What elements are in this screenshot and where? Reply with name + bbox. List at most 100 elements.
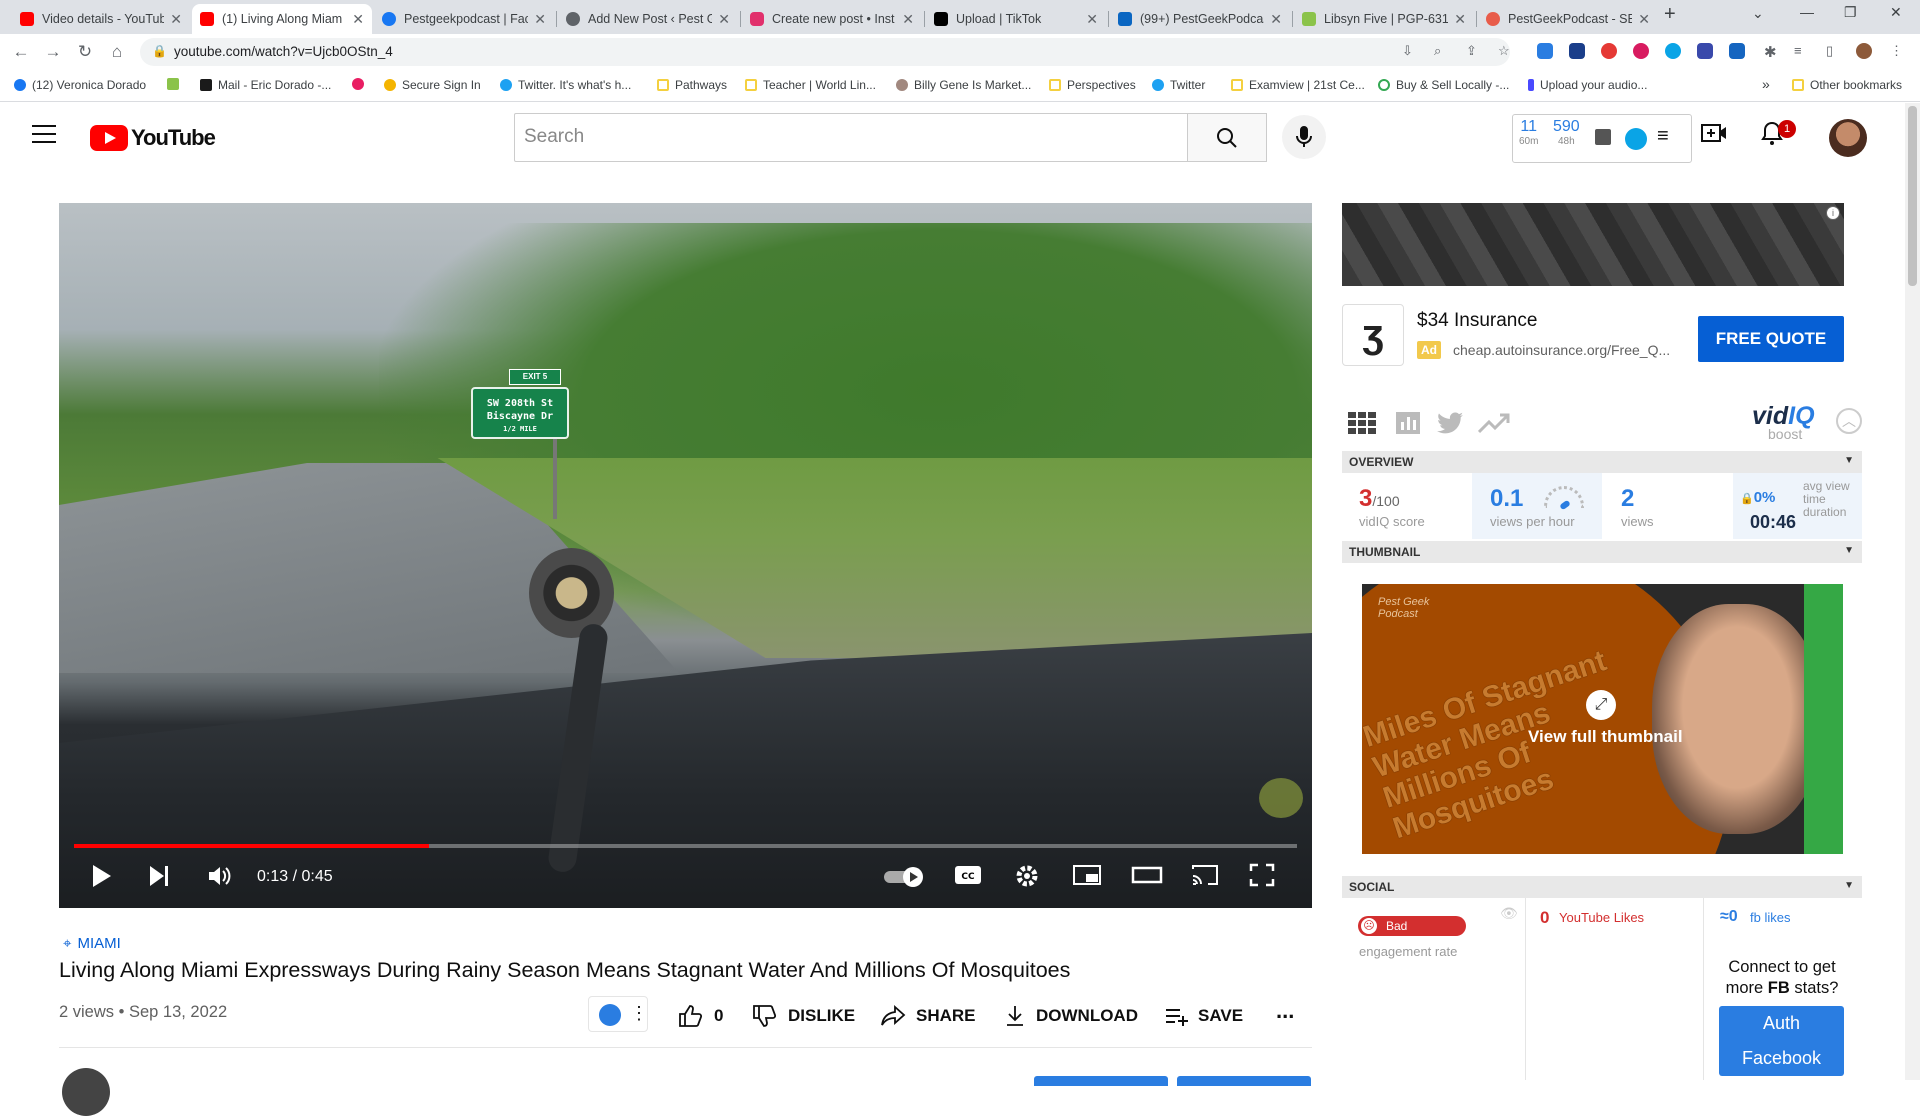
search-button[interactable]	[1187, 113, 1267, 162]
browser-tab[interactable]: Upload | TikTok ✕	[926, 4, 1106, 34]
more-actions-button[interactable]: ...	[1276, 998, 1294, 1024]
thumbnail-section-header[interactable]: THUMBNAIL ▼	[1342, 541, 1862, 563]
close-tab-icon[interactable]: ✕	[1638, 11, 1650, 28]
bookmark-item[interactable]: Perspectives	[1049, 78, 1136, 92]
minimize-icon[interactable]: —	[1800, 4, 1814, 20]
browser-tab[interactable]: (99+) PestGeekPodcas ✕	[1110, 4, 1290, 34]
browser-tab[interactable]: Pestgeekpodcast | Fac ✕	[374, 4, 554, 34]
close-tab-icon[interactable]: ✕	[718, 11, 730, 28]
reload-icon[interactable]: ↻	[75, 42, 95, 62]
bookmark-item[interactable]	[352, 78, 370, 90]
bookmark-item[interactable]: Examview | 21st Ce...	[1231, 78, 1365, 92]
page-scrollbar[interactable]	[1905, 103, 1920, 1080]
video-progress-bar[interactable]	[74, 844, 1297, 848]
search-input[interactable]: Search	[514, 113, 1188, 162]
close-tab-icon[interactable]: ✕	[902, 11, 914, 28]
advertiser-logo[interactable]: ʒ	[1342, 304, 1404, 366]
bookmark-item[interactable]: Twitter. It's what's h...	[500, 78, 631, 92]
bookmark-item[interactable]: Buy & Sell Locally -...	[1378, 78, 1509, 92]
eye-icon[interactable]: 👁	[1500, 905, 1518, 922]
browser-tab[interactable]: Create new post • Inst ✕	[742, 4, 922, 34]
extension-icon[interactable]	[1697, 43, 1713, 59]
browser-menu-icon[interactable]: ⋮	[1890, 43, 1903, 59]
vidiq-extension-icon[interactable]	[1665, 43, 1681, 59]
forward-icon[interactable]: →	[43, 42, 63, 62]
subtitles-button[interactable]: CC	[953, 863, 983, 893]
share-icon[interactable]: ⇪	[1466, 43, 1477, 59]
bookmark-item[interactable]: Pathways	[657, 78, 727, 92]
save-button[interactable]: SAVE	[1164, 1004, 1243, 1028]
extension-icon[interactable]	[1633, 43, 1649, 59]
overview-section-header[interactable]: OVERVIEW ▼	[1342, 451, 1862, 473]
ad-info-icon[interactable]: i	[1826, 206, 1840, 220]
fullscreen-button[interactable]	[1249, 863, 1275, 893]
video-thumbnail-preview[interactable]: Pest Geek Podcast Miles Of Stagnant Wate…	[1362, 584, 1843, 854]
new-tab-button[interactable]: +	[1664, 3, 1676, 26]
extensions-puzzle-icon[interactable]: ✱	[1764, 43, 1777, 61]
close-tab-icon[interactable]: ✕	[1086, 11, 1098, 28]
close-tab-icon[interactable]: ✕	[1270, 11, 1282, 28]
extension-icon[interactable]	[1601, 43, 1617, 59]
theater-mode-button[interactable]	[1131, 863, 1163, 893]
scrollbar-thumb[interactable]	[1908, 106, 1917, 286]
dislike-button[interactable]: DISLIKE	[752, 1004, 855, 1028]
channel-avatar[interactable]	[62, 1068, 110, 1116]
vidiq-button-partial[interactable]	[1034, 1076, 1168, 1086]
youtube-logo[interactable]: YouTube	[90, 125, 216, 151]
vidiq-grid-tab-icon[interactable]	[1348, 412, 1376, 440]
location-tag[interactable]: ⌖ MIAMI	[63, 935, 121, 952]
settings-gear-icon[interactable]	[1014, 863, 1040, 895]
more-bookmarks-button[interactable]: »	[1762, 76, 1770, 92]
restore-icon[interactable]: ❐	[1844, 4, 1857, 21]
ad-url[interactable]: cheap.autoinsurance.org/Free_Q...	[1453, 342, 1670, 358]
menu-icon[interactable]	[32, 125, 56, 145]
download-button[interactable]: DOWNLOAD	[1004, 1004, 1138, 1028]
vidiq-twitter-tab-icon[interactable]	[1436, 412, 1464, 440]
close-tab-icon[interactable]: ✕	[170, 11, 182, 28]
bookmark-item[interactable]: Billy Gene Is Market...	[896, 78, 1031, 92]
vidiq-realtime-widget[interactable]: 11 60m 590 48h ≡	[1512, 114, 1692, 163]
bookmark-item[interactable]: Secure Sign In	[384, 78, 481, 92]
more-options-icon[interactable]: ⋮	[630, 1003, 648, 1024]
tab-search-icon[interactable]: ⌄	[1752, 5, 1764, 22]
profile-avatar-icon[interactable]	[1856, 43, 1872, 59]
vidiq-trends-tab-icon[interactable]	[1477, 412, 1510, 440]
miniplayer-button[interactable]	[1072, 863, 1102, 893]
like-button[interactable]: 0	[678, 1004, 723, 1028]
browser-tab[interactable]: PestGeekPodcast - SE ✕	[1478, 4, 1658, 34]
expand-icon[interactable]: ⤢	[1586, 690, 1616, 720]
next-button[interactable]	[147, 863, 171, 895]
auth-facebook-button[interactable]: Auth Facebook	[1719, 1006, 1844, 1076]
other-bookmarks-folder[interactable]: Other bookmarks	[1792, 78, 1902, 92]
side-panel-icon[interactable]: ▯	[1826, 43, 1833, 59]
bookmark-item[interactable]: (12) Veronica Dorado	[14, 78, 146, 92]
bookmark-item[interactable]	[167, 78, 185, 90]
address-bar[interactable]: 🔒 youtube.com/watch?v=Ujcb0OStn_4	[140, 38, 1510, 66]
voice-search-button[interactable]	[1282, 115, 1326, 159]
browser-tab-active[interactable]: (1) Living Along Miam ✕	[192, 4, 372, 34]
browser-tab[interactable]: Video details - YouTub ✕	[12, 4, 190, 34]
bookmark-item[interactable]: Mail - Eric Dorado -...	[200, 78, 331, 92]
zoom-icon[interactable]: ⌕	[1434, 43, 1441, 59]
play-button[interactable]	[89, 863, 113, 895]
social-section-header[interactable]: SOCIAL ▼	[1342, 876, 1862, 898]
bookmark-star-icon[interactable]: ☆	[1498, 43, 1510, 59]
home-icon[interactable]: ⌂	[107, 42, 127, 62]
collapse-chevron-icon[interactable]: ︿	[1836, 408, 1862, 434]
browser-tab[interactable]: Add New Post ‹ Pest G ✕	[558, 4, 738, 34]
account-avatar[interactable]	[1829, 119, 1867, 157]
bookmark-item[interactable]: Twitter	[1152, 78, 1205, 92]
extension-icon[interactable]	[1569, 43, 1585, 59]
ad-title[interactable]: $34 Insurance	[1417, 310, 1537, 332]
back-icon[interactable]: ←	[11, 42, 31, 62]
share-button[interactable]: SHARE	[880, 1004, 976, 1028]
vidiq-stats-tab-icon[interactable]	[1396, 412, 1420, 440]
video-player[interactable]: SW 208th St Biscayne Dr 1/2 MILE EXIT 5 …	[59, 203, 1312, 908]
autoplay-toggle[interactable]	[883, 866, 927, 894]
bookmark-item[interactable]: Teacher | World Lin...	[745, 78, 876, 92]
reading-list-icon[interactable]: ≡	[1794, 43, 1802, 58]
volume-button[interactable]	[207, 863, 233, 895]
browser-tab[interactable]: Libsyn Five | PGP-631 ✕	[1294, 4, 1474, 34]
free-quote-button[interactable]: FREE QUOTE	[1698, 316, 1844, 362]
install-icon[interactable]: ⇩	[1402, 43, 1413, 59]
